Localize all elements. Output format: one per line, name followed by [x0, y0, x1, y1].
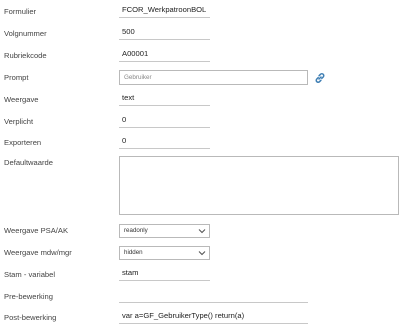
weergave-mdw-mgr-select[interactable]: hidden	[119, 246, 210, 260]
post-bewerking-field[interactable]: var a=GF_GebruikerType() return(a)	[119, 310, 308, 324]
weergave-mdw-mgr-label: Weergave mdw/mgr	[4, 248, 72, 257]
stam-variabel-label: Stam - variabel	[4, 270, 56, 279]
rubriekcode-label: Rubriekcode	[4, 51, 47, 60]
formulier-field[interactable]: FCOR_WerkpatroonBOL	[119, 4, 210, 18]
pre-bewerking-field[interactable]	[119, 289, 308, 303]
weergave-psa-ak-value: readonly	[124, 227, 148, 234]
defaultwaarde-textarea[interactable]	[119, 156, 399, 215]
prompt-input[interactable]	[119, 70, 308, 85]
weergave-psa-ak-label: Weergave PSA/AK	[4, 226, 69, 235]
exporteren-label: Exporteren	[4, 138, 42, 147]
volgnummer-label: Volgnummer	[4, 29, 47, 38]
prompt-label: Prompt	[4, 73, 29, 82]
verplicht-field[interactable]: 0	[119, 114, 210, 128]
weergave-field[interactable]: text	[119, 92, 210, 106]
link-icon[interactable]	[314, 71, 326, 83]
pre-bewerking-label: Pre-bewerking	[4, 292, 53, 301]
formulier-label: Formulier	[4, 7, 37, 16]
weergave-label: Weergave	[4, 95, 39, 104]
chevron-down-icon	[198, 227, 206, 235]
defaultwaarde-label: Defaultwaarde	[4, 158, 53, 167]
post-bewerking-label: Post-bewerking	[4, 313, 57, 322]
weergave-psa-ak-select[interactable]: readonly	[119, 224, 210, 238]
exporteren-field[interactable]: 0	[119, 135, 210, 149]
weergave-mdw-mgr-value: hidden	[124, 249, 143, 256]
volgnummer-field[interactable]: 500	[119, 26, 210, 40]
verplicht-label: Verplicht	[4, 117, 34, 126]
chevron-down-icon	[198, 249, 206, 257]
stam-variabel-field[interactable]: stam	[119, 267, 210, 281]
rubriekcode-field[interactable]: A00001	[119, 48, 210, 62]
field-editor-form: Formulier FCOR_WerkpatroonBOL Volgnummer…	[0, 0, 400, 333]
